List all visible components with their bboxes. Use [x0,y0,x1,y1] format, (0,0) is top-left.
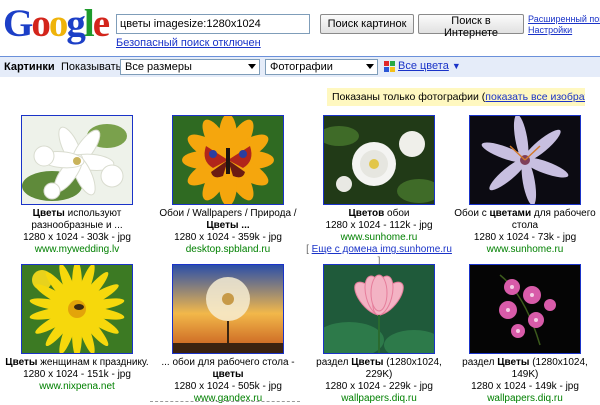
caption-bold: цветы [212,369,244,380]
result-caption[interactable]: Обои с цветами для рабочего стола [450,208,600,232]
caption-post: обои [384,208,410,219]
result-caption[interactable]: Цветы женщинам к празднику. [2,357,152,369]
result-caption[interactable]: Цветов обои [304,208,454,220]
more-from-domain-link[interactable]: Еще с домена img.sunhome.ru [312,244,452,255]
result-meta: 1280 x 1024 - 359k - jpg [174,232,282,243]
result-url: www.nixpena.net [39,381,115,392]
result-caption[interactable]: раздел Цветы (1280x1024, 149K) [450,357,600,381]
caption-bold: Цветы [497,357,530,368]
result-thumbnail[interactable] [469,264,581,354]
caption-post: женщинам к празднику. [37,357,149,368]
color-square [390,66,395,72]
size-select-value: Все размеры [125,61,192,73]
result-caption[interactable]: Обои / Wallpapers / Природа / Цветы ... [153,208,303,232]
result-thumbnail[interactable] [21,115,133,205]
caption-bold: Цветы [351,357,384,368]
result-caption[interactable]: ... обои для рабочего стола - цветы [153,357,303,381]
filter-bar: Картинки Показывать: Все размеры Фотогра… [0,56,600,77]
logo-letter-g2: g [66,2,85,45]
result-url: www.mywedding.lv [34,244,120,255]
show-label: Показывать: [61,61,125,73]
result-item: Обои с цветами для рабочего стола 1280 x… [450,115,600,256]
result-thumbnail[interactable] [172,264,284,354]
color-square [390,60,395,66]
caption-pre: ... обои для рабочего стола - [161,357,295,368]
caption-pre: Обои с [454,208,490,219]
caption-bold: Цветов [348,208,385,219]
search-web-button[interactable]: Поиск в Интернете [418,14,524,39]
color-square [384,66,389,72]
result-caption[interactable]: Цветы используют разнообразные и ... [2,208,152,232]
chevron-down-icon [366,64,374,69]
color-square [384,60,389,66]
photos-only-notice: Показаны только фотографии (показать все… [327,88,585,106]
result-thumbnail[interactable] [323,264,435,354]
color-grid-icon [384,60,395,72]
result-item: Цветы используют разнообразные и ... 128… [2,115,152,256]
result-thumbnail[interactable] [21,264,133,354]
size-select[interactable]: Все размеры [120,59,260,75]
advanced-search-link[interactable]: Расширенный поиск [528,14,600,25]
settings-link[interactable]: Настройки [528,25,600,36]
caption-pre: Обои / Wallpapers / Природа / [159,208,297,219]
chevron-down-icon [248,64,256,69]
show-all-images-link[interactable]: показать все изображения [485,91,585,103]
logo-letter-o1: o [31,2,50,45]
dropdown-arrow-icon: ▼ [451,61,461,71]
result-meta: 1280 x 1024 - 149k - jpg [471,381,579,392]
caption-bold: Цветы [5,357,38,368]
result-item: Цветов обои 1280 x 1024 - 112k - jpg www… [304,115,454,268]
caption-pre: раздел [316,357,352,368]
pagination-divider [150,401,300,405]
result-caption[interactable]: раздел Цветы (1280x1024, 229K) [304,357,454,381]
result-url: wallpapers.diq.ru [341,393,417,404]
result-meta: 1280 x 1024 - 112k - jpg [325,220,433,231]
notice-text: Показаны только фотографии ( [332,91,486,103]
result-thumbnail[interactable] [469,115,581,205]
color-filter-label: Все цвета [398,60,449,72]
result-item: раздел Цветы (1280x1024, 149K) 1280 x 10… [450,264,600,405]
result-meta: 1280 x 1024 - 151k - jpg [23,369,131,380]
section-title: Картинки [4,61,55,73]
caption-pre: раздел [462,357,498,368]
result-meta: 1280 x 1024 - 73k - jpg [473,232,577,243]
search-input[interactable] [116,14,310,34]
caption-bold: Цветы [32,208,65,219]
color-filter[interactable]: Все цвета ▼ [384,60,461,72]
logo-letter-l: l [83,2,95,45]
result-meta: 1280 x 1024 - 303k - jpg [23,232,131,243]
caption-bold: цветами [489,208,532,219]
logo-letter-g: G [3,2,33,45]
result-url: desktop.spbland.ru [185,244,271,255]
logo-letter-o2: o [48,2,68,45]
result-url: www.sunhome.ru [486,244,564,255]
caption-bold: Цветы ... [206,220,250,231]
advanced-links: Расширенный поиск Настройки [528,14,600,36]
result-url: wallpapers.diq.ru [487,393,563,404]
result-item: Обои / Wallpapers / Природа / Цветы ... … [153,115,303,256]
safe-search-link[interactable]: Безопасный поиск отключен [116,37,261,49]
result-meta: 1280 x 1024 - 505k - jpg [174,381,282,392]
search-images-button[interactable]: Поиск картинок [320,14,414,34]
result-thumbnail[interactable] [323,115,435,205]
result-item: Цветы женщинам к празднику. 1280 x 1024 … [2,264,152,393]
type-select[interactable]: Фотографии [265,59,378,75]
result-thumbnail[interactable] [172,115,284,205]
result-item: раздел Цветы (1280x1024, 229K) 1280 x 10… [304,264,454,405]
result-item: ... обои для рабочего стола - цветы 1280… [153,264,303,405]
type-select-value: Фотографии [270,61,333,73]
logo-letter-e: e [92,2,110,45]
result-meta: 1280 x 1024 - 229k - jpg [325,381,433,392]
google-logo[interactable]: Google [3,2,110,46]
result-url: www.sunhome.ru [340,232,418,243]
